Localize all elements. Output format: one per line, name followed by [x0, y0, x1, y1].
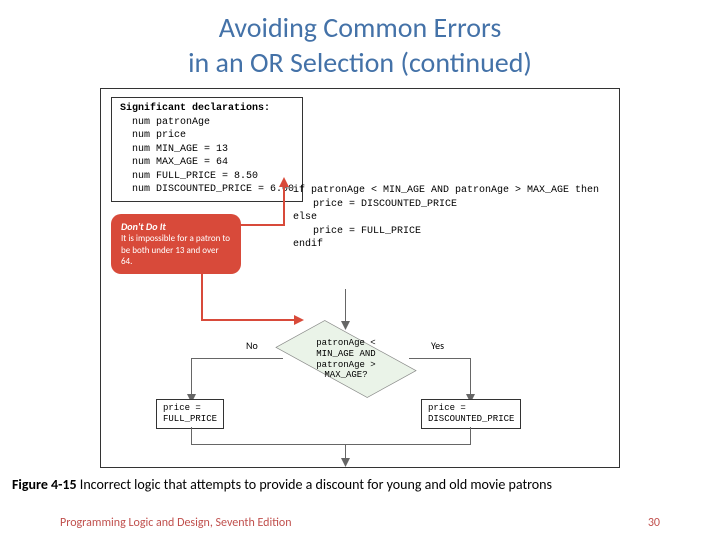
arrowhead-icon	[279, 177, 289, 187]
flowline-icon	[470, 358, 471, 399]
rect-line: DISCOUNTED_PRICE	[428, 414, 514, 425]
decl-line: num patronAge	[120, 116, 294, 130]
decl-line: num MAX_AGE = 64	[120, 156, 294, 170]
arrowhead-icon	[341, 458, 350, 467]
decl-heading: Significant declarations:	[120, 102, 294, 116]
no-label: No	[246, 339, 258, 352]
decl-line: num MIN_AGE = 13	[120, 143, 294, 157]
flowline-icon	[470, 427, 471, 445]
decision-diamond: patronAge < MIN_AGE AND patronAge > MAX_…	[281, 324, 411, 394]
flowline-icon	[191, 358, 192, 399]
code-line: price = DISCOUNTED_PRICE	[293, 198, 599, 212]
pseudocode-box: if patronAge < MIN_AGE AND patronAge > M…	[293, 184, 599, 252]
flowline-icon	[191, 444, 471, 445]
diamond-line: patronAge <	[281, 338, 411, 349]
slide-footer: Programming Logic and Design, Seventh Ed…	[0, 516, 720, 530]
flowline-icon	[409, 358, 471, 359]
callout-arrow-icon	[241, 224, 285, 226]
flowline-icon	[191, 427, 192, 445]
code-line: endif	[293, 238, 599, 252]
rect-line: FULL_PRICE	[163, 414, 217, 425]
diamond-line: MIN_AGE AND	[281, 349, 411, 360]
process-yes-box: price = DISCOUNTED_PRICE	[421, 399, 521, 429]
flowline-icon	[191, 358, 283, 359]
decl-line: num FULL_PRICE = 8.50	[120, 170, 294, 184]
code-line: else	[293, 211, 599, 225]
rect-line: price =	[163, 403, 217, 414]
code-line: if patronAge < MIN_AGE AND patronAge > M…	[293, 184, 599, 198]
dont-title: Don't Do It	[121, 220, 231, 233]
page-number: 30	[648, 516, 660, 530]
caption-text: Incorrect logic that attempts to provide…	[77, 476, 552, 493]
figure-caption: Figure 4-15 Incorrect logic that attempt…	[0, 468, 720, 493]
diamond-text: patronAge < MIN_AGE AND patronAge > MAX_…	[281, 338, 411, 381]
callout-arrow-icon	[283, 184, 285, 226]
yes-label: Yes	[431, 339, 444, 352]
footer-book: Programming Logic and Design, Seventh Ed…	[60, 516, 292, 530]
diamond-line: MAX_AGE?	[281, 370, 411, 381]
title-line1: Avoiding Common Errorsin an OR Selection…	[188, 10, 532, 80]
process-no-box: price = FULL_PRICE	[156, 399, 224, 429]
rect-line: price =	[428, 403, 514, 414]
flowline-icon	[345, 289, 346, 325]
figure-container: Significant declarations: num patronAge …	[100, 88, 620, 468]
declarations-box: Significant declarations: num patronAge …	[111, 97, 303, 202]
slide-title: Avoiding Common Errorsin an OR Selection…	[0, 0, 720, 88]
caption-fig: Figure 4-15	[12, 476, 77, 493]
dont-body: It is impossible for a patron to be both…	[121, 233, 231, 268]
diamond-line: patronAge >	[281, 360, 411, 371]
decl-line: num price	[120, 129, 294, 143]
callout-arrow-icon	[201, 269, 203, 321]
dont-do-it-callout: Don't Do It It is impossible for a patro…	[111, 214, 241, 274]
code-line: price = FULL_PRICE	[293, 225, 599, 239]
decl-line: num DISCOUNTED_PRICE = 6.00	[120, 183, 294, 197]
callout-arrow-icon	[201, 319, 296, 321]
